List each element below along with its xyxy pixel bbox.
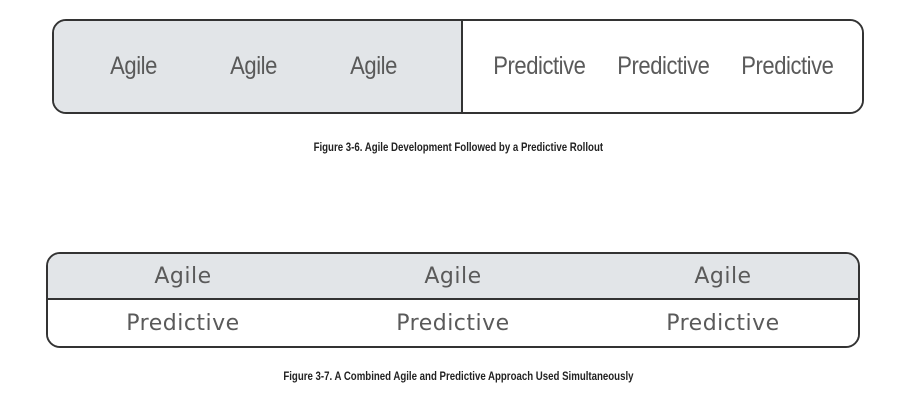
- figure-3-7-caption-text: Figure 3-7. A Combined Agile and Predict…: [283, 371, 634, 383]
- agile-cell: Agile: [154, 263, 212, 289]
- agile-row: Agile Agile Agile: [48, 254, 858, 300]
- agile-phase-block: Agile Agile Agile: [54, 21, 463, 112]
- agile-label: Agile: [349, 52, 397, 80]
- agile-label: Agile: [110, 52, 158, 80]
- figure-3-7-caption: Figure 3-7. A Combined Agile and Predict…: [0, 371, 917, 383]
- figure-3-6-caption-text: Figure 3-6. Agile Development Followed b…: [313, 142, 604, 154]
- predictive-cell: Predictive: [666, 310, 780, 336]
- predictive-label: Predictive: [617, 52, 710, 80]
- agile-label: Agile: [230, 52, 277, 80]
- predictive-phase-block: Predictive Predictive Predictive: [463, 21, 862, 112]
- agile-cell: Agile: [424, 263, 482, 289]
- agile-cell: Agile: [694, 263, 752, 289]
- predictive-cell: Predictive: [126, 310, 240, 336]
- predictive-label: Predictive: [741, 52, 835, 80]
- predictive-cell: Predictive: [396, 310, 510, 336]
- figure-3-7-diagram: Agile Agile Agile Predictive Predictive …: [46, 252, 860, 348]
- predictive-row: Predictive Predictive Predictive: [48, 300, 858, 346]
- figure-3-6-caption: Figure 3-6. Agile Development Followed b…: [0, 142, 917, 154]
- figure-3-6-diagram: Agile Agile Agile Predictive Predictive …: [52, 19, 864, 114]
- predictive-label: Predictive: [493, 52, 586, 80]
